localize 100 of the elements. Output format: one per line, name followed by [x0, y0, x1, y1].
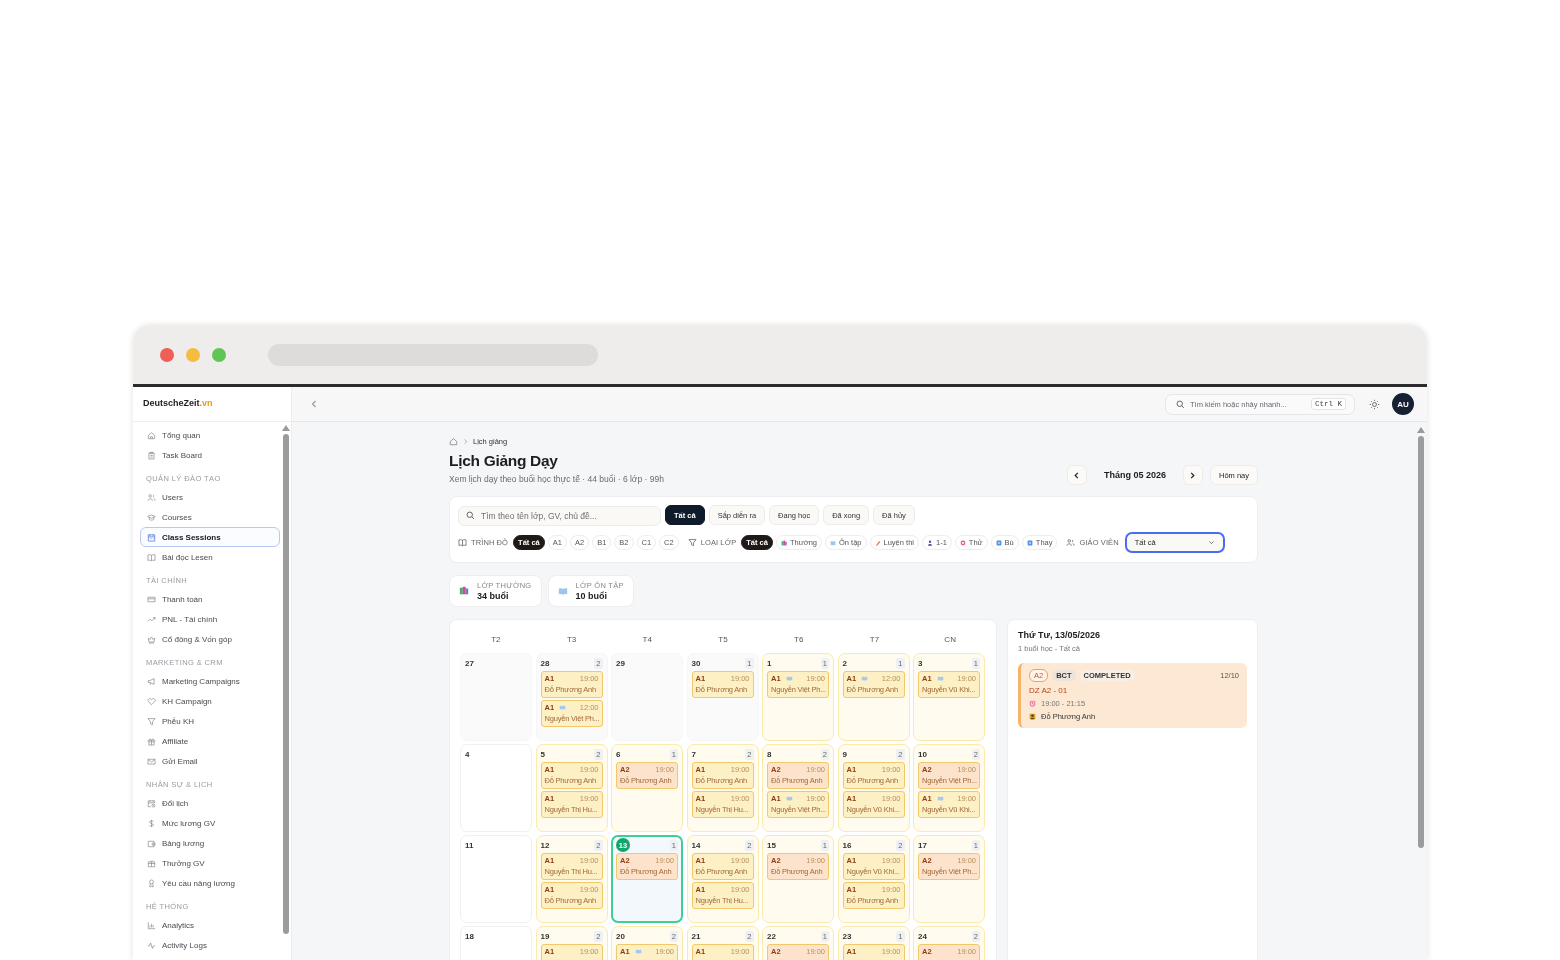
calendar-icon: [147, 532, 156, 542]
day-number: 12: [540, 840, 550, 850]
weekday-label: T3: [565, 634, 578, 644]
nav-item[interactable]: Phễu KH: [140, 711, 280, 731]
day-number: 9: [842, 749, 847, 759]
month-label: Tháng 05 2026: [1102, 470, 1167, 480]
day-number: 8: [767, 749, 772, 759]
bar-chart-icon: [147, 920, 156, 930]
nav-item[interactable]: KH Campaign: [140, 691, 280, 711]
selected-date-title: Thứ Tư, 13/05/2026: [1018, 630, 1102, 640]
day-number: 23: [842, 931, 852, 941]
book-icon: [830, 539, 836, 546]
chevron-left-icon[interactable]: [310, 399, 318, 409]
day-number: 1: [767, 658, 772, 668]
nav-item[interactable]: Users: [140, 487, 280, 507]
day-number: 16: [842, 840, 852, 850]
pencil-icon: [874, 539, 881, 546]
next-month-button[interactable]: [1183, 465, 1203, 485]
nav-item[interactable]: Yêu cầu nâng lương: [140, 873, 280, 893]
mail-icon: [147, 756, 156, 766]
nav-item[interactable]: Courses: [140, 507, 280, 527]
weekday-label: T5: [717, 634, 729, 644]
day-cell[interactable]: 18: [460, 926, 532, 960]
nav-item[interactable]: Activity Logs: [140, 935, 280, 955]
day-number: 19: [540, 931, 550, 941]
funnel-icon: [687, 538, 697, 547]
search-field[interactable]: Tìm theo tên lớp, GV, chủ đề...: [458, 506, 661, 526]
nav-item[interactable]: Affiliate: [140, 731, 280, 751]
book-icon: [557, 586, 568, 596]
nav-item[interactable]: Cổ đông & Vốn góp: [140, 629, 280, 649]
search-icon: [466, 510, 475, 520]
sun-icon[interactable]: [1369, 398, 1380, 410]
person-icon: [1029, 713, 1036, 720]
day-number: 2: [842, 658, 847, 668]
books-icon: [780, 539, 787, 546]
nav-item[interactable]: Gửi Email: [140, 751, 280, 771]
home-icon: [147, 430, 156, 440]
day-number: 29: [616, 658, 625, 668]
nav-item[interactable]: Mức lương GV: [140, 813, 280, 833]
chevron-right-icon: [1189, 470, 1197, 480]
day-cell[interactable]: 27: [460, 653, 532, 741]
home-icon[interactable]: [449, 437, 458, 446]
nav-item[interactable]: Tổng quan: [140, 425, 280, 445]
card-icon: [147, 594, 156, 604]
target-icon: [959, 539, 966, 546]
previous-month-button[interactable]: [1066, 465, 1087, 485]
day-number: 28: [540, 658, 550, 668]
square-icon: [1026, 539, 1033, 546]
class-name: DZ A2 - 01: [1029, 686, 1069, 695]
day-number: 21: [691, 931, 701, 941]
calendar-clock-icon: [147, 798, 156, 808]
nav-item[interactable]: Class Sessions: [140, 527, 280, 547]
award-icon: [147, 878, 156, 888]
day-number: 14: [691, 840, 701, 850]
day-cell[interactable]: 11: [460, 835, 532, 923]
maximize-window-dot[interactable]: [212, 347, 226, 362]
day-cell[interactable]: 4: [460, 744, 532, 832]
close-window-dot[interactable]: [160, 347, 174, 362]
chevron-down-icon: [1207, 540, 1215, 545]
day-number: 20: [616, 931, 625, 941]
day-number: 15: [767, 840, 776, 850]
day-number: 30: [691, 658, 701, 668]
day-number: 27: [465, 658, 474, 668]
page-title: Lịch Giảng Dạy: [449, 452, 559, 470]
megaphone-icon: [147, 676, 156, 686]
search-icon: [1176, 399, 1185, 409]
gift-icon: [147, 736, 156, 746]
nav-item[interactable]: Thanh toán: [140, 589, 280, 609]
users-icon: [1066, 538, 1076, 547]
stat-value: 34 buổi: [477, 591, 510, 601]
chevron-left-icon: [1073, 470, 1081, 480]
day-number: 5: [540, 749, 545, 759]
person-icon: [927, 539, 933, 546]
nav-item[interactable]: Bài đọc Lesen: [140, 547, 280, 567]
scroll-up-arrow-icon[interactable]: [1417, 427, 1425, 433]
scrollbar-thumb[interactable]: [282, 434, 289, 934]
day-number: 24: [918, 931, 927, 941]
clipboard-icon: [147, 450, 156, 460]
day-cell[interactable]: 29: [611, 653, 683, 741]
book-icon: [147, 552, 156, 562]
brand-suffix: .vn: [199, 398, 213, 408]
nav-item[interactable]: PNL - Tài chính: [140, 609, 280, 629]
nav-item[interactable]: Thưởng GV: [140, 853, 280, 873]
weekday-label: T7: [868, 634, 881, 644]
nav-item[interactable]: Đổi lịch: [140, 793, 280, 813]
day-number: 11: [465, 840, 474, 850]
brand-name: DeutscheZeit: [143, 398, 200, 408]
minimize-window-dot[interactable]: [186, 347, 200, 362]
nav-item[interactable]: Analytics: [140, 915, 280, 935]
scroll-up-arrow-icon[interactable]: [281, 425, 290, 431]
weekday-label: CN: [943, 634, 957, 644]
nav-item[interactable]: Bảng lương: [140, 833, 280, 853]
user-avatar[interactable]: AU: [1392, 393, 1414, 415]
nav-item[interactable]: Marketing Campaigns: [140, 671, 280, 691]
trend-icon: [147, 614, 156, 624]
heart-icon: [147, 696, 156, 706]
nav-item[interactable]: Task Board: [140, 445, 280, 465]
day-number: 17: [918, 840, 927, 850]
scrollbar-thumb[interactable]: [1418, 436, 1424, 848]
weekday-label: T4: [641, 634, 653, 644]
